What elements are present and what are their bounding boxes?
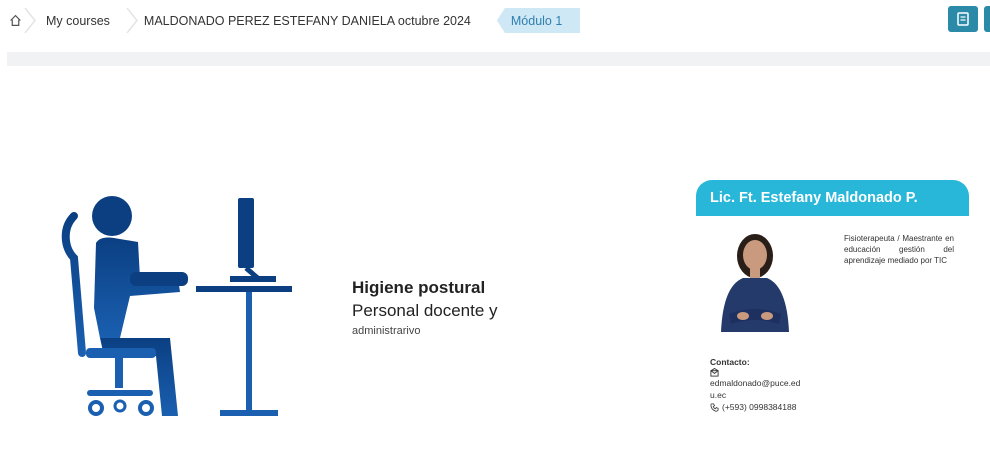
email-text-1[interactable]: edmaldonado@puce.ed — [710, 377, 800, 389]
breadcrumb-label: My courses — [46, 13, 110, 28]
phone-text: (+593) 0998384188 — [722, 402, 797, 412]
contact-block: Contacto: edmaldonado@puce.ed u.ec (+593… — [710, 356, 800, 413]
profile-bio: Fisioterapeuta / Maestrante en educación… — [844, 234, 954, 265]
slide-title: Higiene postural — [352, 278, 486, 297]
breadcrumb-my-courses[interactable]: My courses — [30, 8, 138, 33]
posture-illustration — [61, 196, 292, 416]
email-row — [710, 368, 800, 377]
drawer-toggle-button[interactable] — [984, 6, 990, 32]
phone-row: (+593) 0998384188 — [710, 401, 800, 413]
slide-title-block: Higiene postural Personal docente y admi… — [352, 278, 498, 337]
breadcrumb-label: MALDONADO PEREZ ESTEFANY DANIELA octubre… — [143, 13, 471, 28]
slide-subtitle-small: administrarivo — [352, 325, 421, 337]
breadcrumb-home[interactable] — [0, 8, 36, 33]
profile-name: Lic. Ft. Estefany Maldonado P. — [710, 190, 918, 206]
breadcrumb-label: Módulo 1 — [510, 13, 563, 28]
mail-icon — [710, 368, 719, 377]
slide-subtitle: Personal docente y — [352, 301, 498, 320]
profile-name-header: Lic. Ft. Estefany Maldonado P. — [696, 180, 969, 216]
home-icon — [9, 14, 21, 26]
document-button[interactable] — [948, 6, 978, 32]
profile-photo — [721, 234, 789, 332]
breadcrumb-course[interactable]: MALDONADO PEREZ ESTEFANY DANIELA octubre… — [132, 8, 491, 33]
phone-icon — [710, 402, 719, 412]
email-text-2[interactable]: u.ec — [710, 389, 800, 401]
document-icon — [957, 12, 969, 26]
header-divider — [7, 52, 990, 66]
contact-label: Contacto: — [710, 357, 750, 367]
breadcrumb: My courses MALDONADO PEREZ ESTEFANY DANI… — [0, 8, 581, 33]
breadcrumb-module[interactable]: Módulo 1 — [496, 8, 581, 33]
